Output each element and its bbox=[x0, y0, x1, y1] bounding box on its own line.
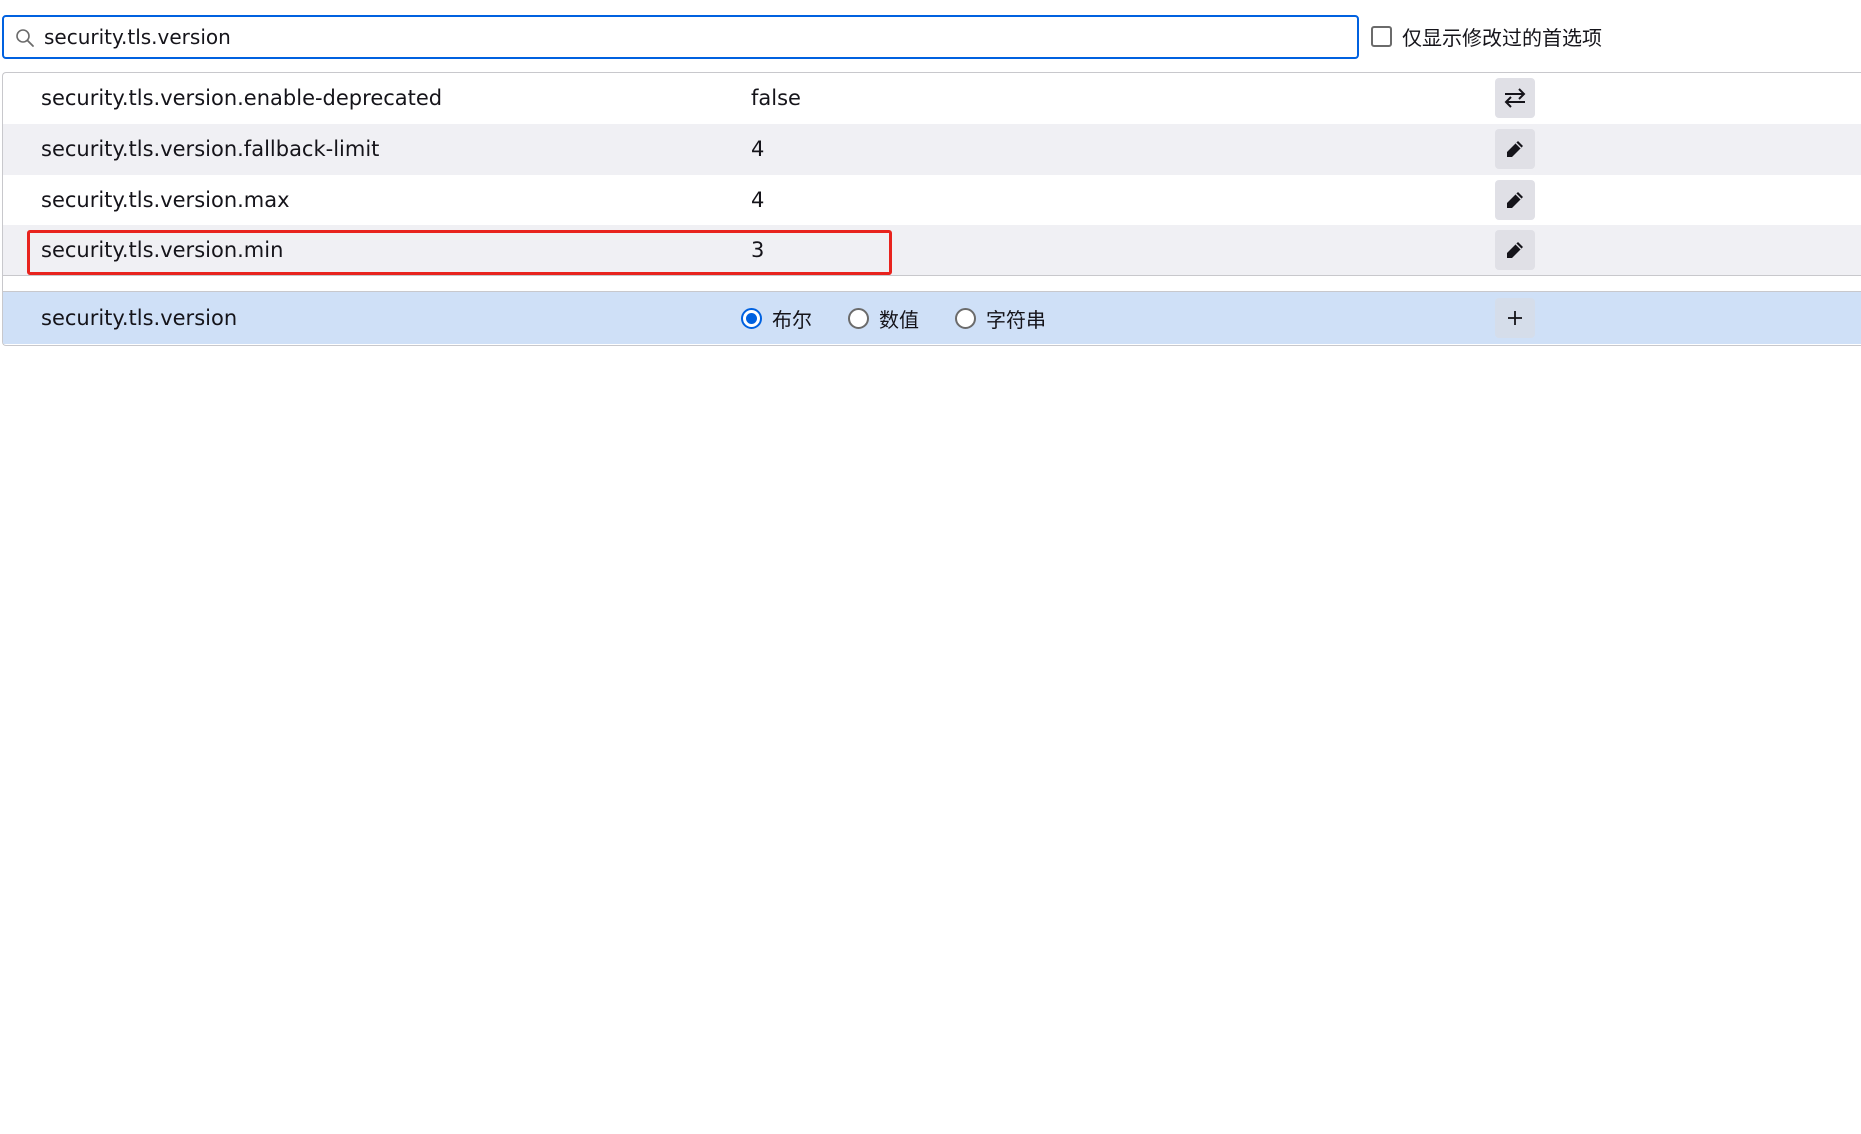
type-number-option[interactable]: 数值 bbox=[848, 304, 919, 333]
type-boolean-option[interactable]: 布尔 bbox=[741, 304, 812, 333]
new-pref-row: security.tls.version 布尔 数值 字符串 bbox=[3, 292, 1861, 344]
type-string-option[interactable]: 字符串 bbox=[955, 304, 1046, 333]
pref-value: false bbox=[751, 86, 801, 110]
pref-row[interactable]: security.tls.version.enable-deprecated f… bbox=[3, 73, 1861, 124]
pref-name: security.tls.version.max bbox=[41, 188, 290, 212]
type-boolean-radio[interactable] bbox=[741, 307, 762, 329]
pref-type-radio-group: 布尔 数值 字符串 bbox=[741, 292, 1082, 344]
type-number-label: 数值 bbox=[879, 307, 919, 332]
edit-icon bbox=[1507, 242, 1523, 258]
type-boolean-label: 布尔 bbox=[772, 307, 812, 332]
new-pref-name: security.tls.version bbox=[41, 306, 238, 330]
show-modified-only-toggle[interactable]: 仅显示修改过的首选项 bbox=[1371, 24, 1602, 50]
pref-row[interactable]: security.tls.version.max 4 bbox=[3, 175, 1861, 226]
toggle-button[interactable] bbox=[1495, 78, 1535, 118]
show-modified-only-checkbox[interactable] bbox=[1371, 25, 1392, 47]
pref-value: 3 bbox=[751, 238, 765, 262]
pref-value: 4 bbox=[751, 137, 765, 161]
pref-value: 4 bbox=[751, 188, 765, 212]
pref-row[interactable]: security.tls.version.min 3 bbox=[3, 225, 1861, 276]
pref-name: security.tls.version.fallback-limit bbox=[41, 137, 380, 161]
search-icon bbox=[16, 29, 34, 47]
search-input[interactable] bbox=[44, 17, 1344, 57]
pref-row[interactable]: security.tls.version.fallback-limit 4 bbox=[3, 124, 1861, 175]
type-string-label: 字符串 bbox=[986, 307, 1046, 332]
edit-icon bbox=[1507, 141, 1523, 157]
edit-button[interactable] bbox=[1495, 230, 1535, 270]
edit-button[interactable] bbox=[1495, 180, 1535, 220]
type-number-radio[interactable] bbox=[848, 307, 869, 329]
add-button[interactable] bbox=[1495, 298, 1535, 338]
show-modified-only-label: 仅显示修改过的首选项 bbox=[1402, 25, 1602, 50]
edit-button[interactable] bbox=[1495, 129, 1535, 169]
edit-icon bbox=[1507, 192, 1523, 208]
pref-name: security.tls.version.enable-deprecated bbox=[41, 86, 443, 110]
toggle-icon bbox=[1504, 88, 1526, 108]
about-config-page: 仅显示修改过的首选项 security.tls.version.enable-d… bbox=[0, 0, 1861, 1134]
pref-name: security.tls.version.min bbox=[41, 238, 284, 262]
table-separator bbox=[3, 275, 1861, 292]
type-string-radio[interactable] bbox=[955, 307, 976, 329]
search-box[interactable] bbox=[2, 15, 1359, 59]
add-icon bbox=[1508, 311, 1522, 325]
prefs-table: security.tls.version.enable-deprecated f… bbox=[2, 72, 1861, 346]
